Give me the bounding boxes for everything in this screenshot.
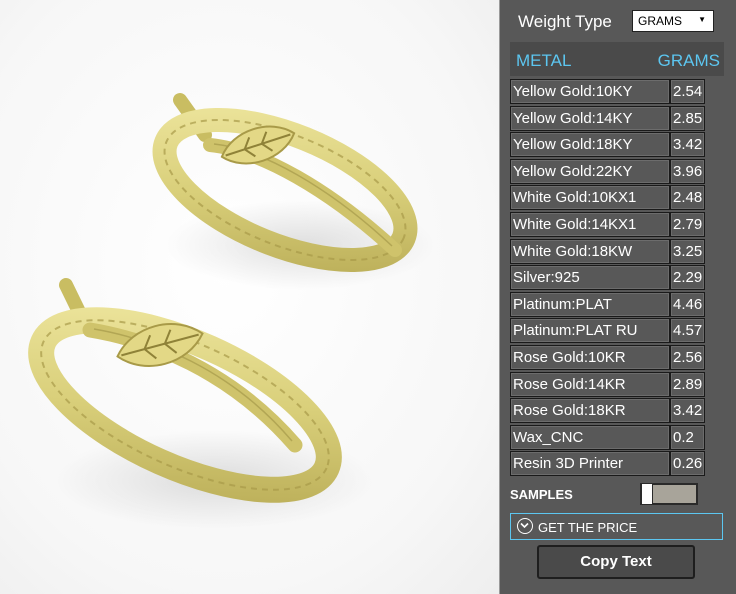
- toggle-knob: [641, 483, 653, 505]
- grams-value-cell: 2.56: [670, 345, 705, 370]
- table-row: Wax_CNC 0.2: [510, 424, 724, 450]
- grams-value-cell: 3.42: [670, 398, 705, 424]
- metal-name-cell: Wax_CNC: [510, 424, 670, 450]
- metal-name-cell: Rose Gold:14KR: [510, 371, 670, 397]
- table-row: Platinum:PLAT RU 4.57: [510, 318, 724, 344]
- table-row: Yellow Gold:10KY 2.54: [510, 79, 724, 104]
- grams-value-cell: 2.89: [670, 371, 705, 397]
- table-row: Yellow Gold:14KY 2.85: [510, 105, 724, 131]
- table-row: Silver:925 2.29: [510, 265, 724, 291]
- grams-column-header: GRAMS: [657, 51, 720, 70]
- 3d-viewport[interactable]: [0, 0, 500, 594]
- weight-type-label: Weight Type: [518, 12, 612, 31]
- metal-name-cell: Rose Gold:10KR: [510, 345, 670, 370]
- table-row: Yellow Gold:22KY 3.96: [510, 158, 724, 184]
- grams-value-cell: 0.2: [670, 424, 705, 450]
- table-row: Resin 3D Printer 0.26: [510, 451, 724, 477]
- metal-name-cell: Resin 3D Printer: [510, 451, 670, 477]
- metal-name-cell: Yellow Gold:14KY: [510, 105, 670, 131]
- table-row: White Gold:14KX1 2.79: [510, 212, 724, 237]
- metal-name-cell: Rose Gold:18KR: [510, 398, 670, 424]
- samples-label: SAMPLES: [510, 487, 573, 502]
- metal-table-header: METAL GRAMS: [510, 42, 724, 76]
- grams-value-cell: 3.96: [670, 158, 705, 184]
- table-row: Yellow Gold:18KY 3.42: [510, 132, 724, 158]
- grams-value-cell: 0.26: [670, 451, 705, 477]
- metal-name-cell: White Gold:14KX1: [510, 212, 670, 237]
- metal-name-cell: Platinum:PLAT RU: [510, 318, 670, 344]
- ring-render-image: [28, 93, 435, 530]
- metal-name-cell: Silver:925: [510, 265, 670, 291]
- grams-value-cell: 2.54: [670, 79, 705, 104]
- samples-toggle[interactable]: [640, 483, 698, 505]
- metal-name-cell: Yellow Gold:10KY: [510, 79, 670, 104]
- table-row: White Gold:18KW 3.25: [510, 238, 724, 264]
- metal-name-cell: Platinum:PLAT: [510, 291, 670, 317]
- table-row: White Gold:10KX1 2.48: [510, 185, 724, 211]
- metal-name-cell: Yellow Gold:22KY: [510, 158, 670, 184]
- table-row: Rose Gold:18KR 3.42: [510, 398, 724, 424]
- triangle-down-icon: ▼: [698, 15, 706, 24]
- grams-value-cell: 2.79: [670, 212, 705, 237]
- get-price-label: GET THE PRICE: [538, 520, 638, 535]
- chevron-down-circle-icon: [517, 518, 533, 534]
- metal-name-cell: White Gold:10KX1: [510, 185, 670, 211]
- grams-value-cell: 2.48: [670, 185, 705, 211]
- metal-name-cell: Yellow Gold:18KY: [510, 132, 670, 158]
- table-row: Rose Gold:10KR 2.56: [510, 345, 724, 370]
- copy-text-button[interactable]: Copy Text: [537, 545, 695, 579]
- metal-name-cell: White Gold:18KW: [510, 238, 670, 264]
- grams-value-cell: 2.29: [670, 265, 705, 291]
- weight-type-select[interactable]: GRAMS ▼: [632, 10, 714, 32]
- weight-type-value: GRAMS: [638, 14, 683, 28]
- weight-panel: Weight Type GRAMS ▼ METAL GRAMS Yellow G…: [500, 0, 736, 594]
- grams-value-cell: 4.57: [670, 318, 705, 344]
- grams-value-cell: 4.46: [670, 291, 705, 317]
- grams-value-cell: 3.42: [670, 132, 705, 158]
- grams-value-cell: 3.25: [670, 238, 705, 264]
- grams-value-cell: 2.85: [670, 105, 705, 131]
- metal-column-header: METAL: [516, 51, 572, 70]
- table-row: Rose Gold:14KR 2.89: [510, 371, 724, 397]
- get-price-button[interactable]: GET THE PRICE: [510, 513, 723, 540]
- table-row: Platinum:PLAT 4.46: [510, 291, 724, 317]
